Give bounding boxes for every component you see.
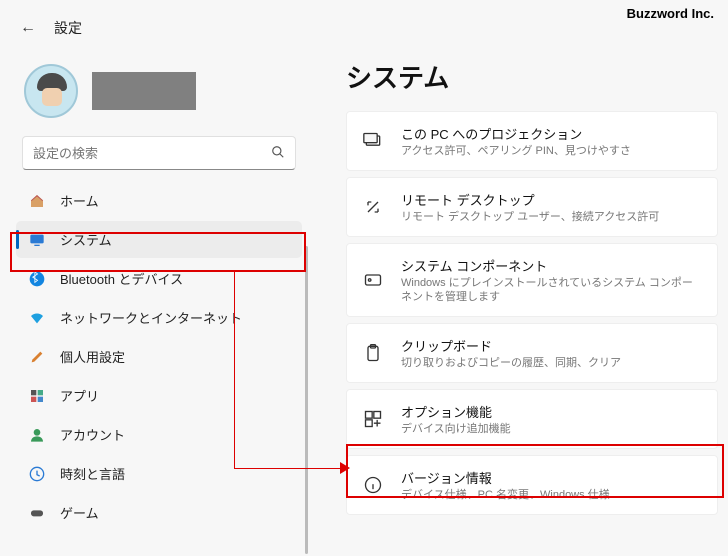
brand-label: Buzzword Inc.	[627, 6, 714, 21]
nav-item-apps[interactable]: アプリ	[16, 377, 302, 414]
card-title: システム コンポーネント	[401, 256, 703, 275]
wifi-icon	[28, 309, 46, 327]
features-icon	[361, 407, 385, 431]
nav-label: システム	[60, 230, 112, 249]
bluetooth-icon	[28, 270, 46, 288]
nav-label: ゲーム	[60, 503, 99, 522]
card-desc: デバイス仕様、PC 名変更、Windows 仕様	[401, 489, 610, 502]
search-box[interactable]	[22, 136, 296, 170]
card-title: オプション機能	[401, 402, 511, 421]
remote-icon	[361, 195, 385, 219]
nav-item-time[interactable]: 時刻と言語	[16, 455, 302, 492]
card-title: この PC へのプロジェクション	[401, 124, 631, 143]
card-desc: 切り取りおよびコピーの履歴、同期、クリア	[401, 357, 621, 370]
card-title: バージョン情報	[401, 468, 610, 487]
card-title: リモート デスクトップ	[401, 190, 659, 209]
nav-item-gaming[interactable]: ゲーム	[16, 494, 302, 531]
page-title: システム	[346, 58, 718, 95]
card-desc: デバイス向け追加機能	[401, 423, 511, 436]
nav-label: ホーム	[60, 191, 99, 210]
nav-label: 時刻と言語	[60, 464, 125, 483]
clipboard-icon	[361, 341, 385, 365]
card-title: クリップボード	[401, 336, 621, 355]
card-optional-features[interactable]: オプション機能 デバイス向け追加機能	[346, 389, 718, 449]
card-components[interactable]: システム コンポーネント Windows にプレインストールされているシステム …	[346, 243, 718, 316]
info-icon	[361, 473, 385, 497]
clock-icon	[28, 465, 46, 483]
apps-icon	[28, 387, 46, 405]
components-icon	[361, 268, 385, 292]
card-remote-desktop[interactable]: リモート デスクトップ リモート デスクトップ ユーザー、接続アクセス許可	[346, 177, 718, 237]
card-list: この PC へのプロジェクション アクセス許可、ペアリング PIN、見つけやすさ…	[346, 111, 718, 515]
nav-item-personalization[interactable]: 個人用設定	[16, 338, 302, 375]
account-icon	[28, 426, 46, 444]
nav-item-account[interactable]: アカウント	[16, 416, 302, 453]
avatar	[24, 64, 78, 118]
projection-icon	[361, 129, 385, 153]
profile-name-redacted	[92, 72, 196, 110]
gamepad-icon	[28, 504, 46, 522]
sidebar: ホーム システム Bluetooth とデバイス ネットワークとインターネット …	[0, 48, 310, 554]
nav-label: ネットワークとインターネット	[60, 308, 242, 327]
card-about[interactable]: バージョン情報 デバイス仕様、PC 名変更、Windows 仕様	[346, 455, 718, 515]
header: ← 設定	[0, 0, 728, 48]
header-title: 設定	[54, 18, 82, 38]
nav-item-network[interactable]: ネットワークとインターネット	[16, 299, 302, 336]
card-desc: リモート デスクトップ ユーザー、接続アクセス許可	[401, 211, 659, 224]
brush-icon	[28, 348, 46, 366]
nav-item-home[interactable]: ホーム	[16, 182, 302, 219]
nav-item-bluetooth[interactable]: Bluetooth とデバイス	[16, 260, 302, 297]
card-desc: Windows にプレインストールされているシステム コンポーネントを管理します	[401, 277, 703, 303]
home-icon	[28, 192, 46, 210]
nav-label: アカウント	[60, 425, 125, 444]
card-projection[interactable]: この PC へのプロジェクション アクセス許可、ペアリング PIN、見つけやすさ	[346, 111, 718, 171]
back-icon[interactable]: ←	[20, 19, 36, 37]
sidebar-scrollbar[interactable]	[305, 246, 308, 554]
search-icon[interactable]	[271, 145, 285, 162]
system-icon	[28, 231, 46, 249]
main-panel: システム この PC へのプロジェクション アクセス許可、ペアリング PIN、見…	[310, 48, 728, 554]
nav-item-system[interactable]: システム	[16, 221, 302, 258]
nav-list: ホーム システム Bluetooth とデバイス ネットワークとインターネット …	[16, 182, 302, 531]
nav-label: 個人用設定	[60, 347, 125, 366]
card-clipboard[interactable]: クリップボード 切り取りおよびコピーの履歴、同期、クリア	[346, 323, 718, 383]
search-input[interactable]	[33, 146, 271, 161]
nav-label: Bluetooth とデバイス	[60, 269, 183, 288]
nav-label: アプリ	[60, 386, 99, 405]
card-desc: アクセス許可、ペアリング PIN、見つけやすさ	[401, 145, 631, 158]
profile-block[interactable]	[16, 58, 302, 132]
